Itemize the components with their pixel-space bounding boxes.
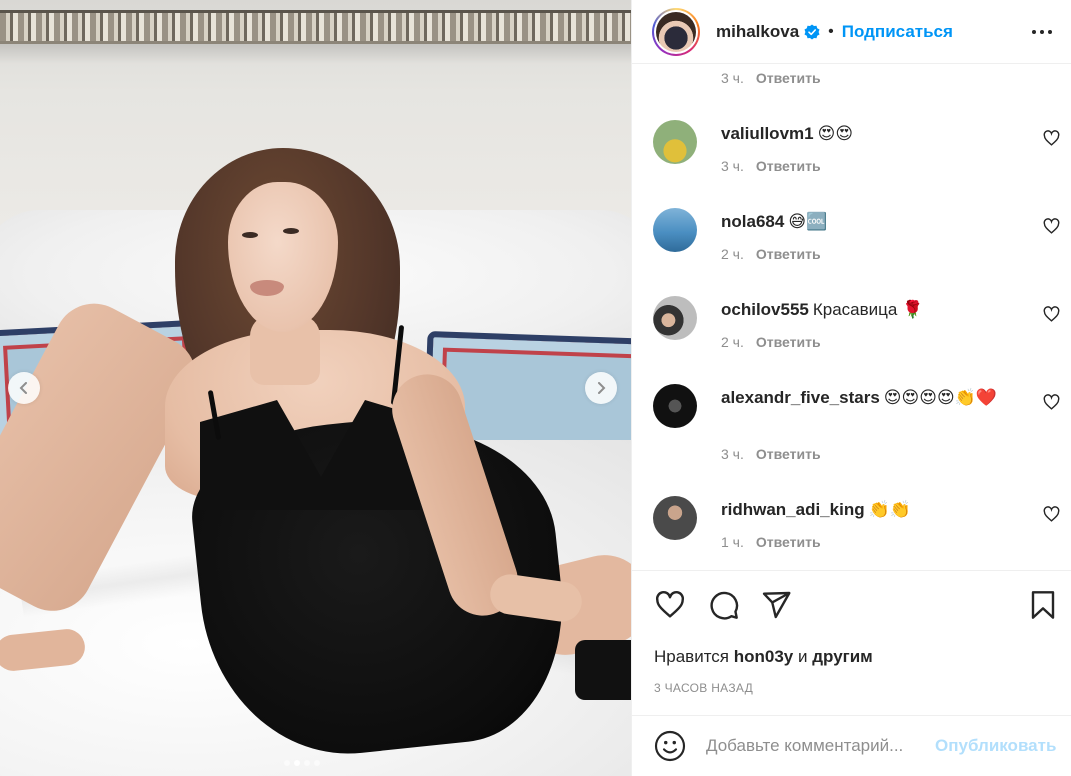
carousel-indicator <box>284 760 320 766</box>
comment-body: 👏👏 <box>868 500 911 519</box>
photo-headboard <box>0 10 631 44</box>
comment-meta: 2 ч. Ответить <box>721 334 821 350</box>
comment-meta: 3 ч. Ответить <box>721 158 821 174</box>
more-dot <box>1032 30 1036 34</box>
commenter-username[interactable]: nola684 <box>721 212 784 231</box>
commenter-username[interactable]: ochilov555 <box>721 300 809 319</box>
heart-icon[interactable] <box>1043 306 1060 323</box>
carousel-dot <box>314 760 320 766</box>
comments-list[interactable]: 3 ч. Ответить valiullovm1 😍😍 3 ч. Ответит… <box>632 64 1071 570</box>
post-actions: Нравится hon03y и другим 3 ЧАСОВ НАЗАД <box>632 570 1071 715</box>
likes-user[interactable]: hon03y <box>734 647 794 666</box>
likes-others[interactable]: другим <box>812 647 873 666</box>
carousel-dot <box>304 760 310 766</box>
comment-body: 😍😍 <box>817 124 854 143</box>
heart-icon[interactable] <box>1043 394 1060 411</box>
comment-meta: 3 ч. Ответить <box>721 446 821 462</box>
post-header: mihalkova • Подписаться <box>632 0 1071 64</box>
comment-time: 3 ч. <box>721 158 744 174</box>
comment-time: 2 ч. <box>721 246 744 262</box>
comment-time: 3 ч. <box>721 446 744 462</box>
commenter-username[interactable]: alexandr_five_stars <box>721 388 880 407</box>
reply-button[interactable]: Ответить <box>756 534 821 550</box>
commenter-avatar[interactable] <box>653 120 697 164</box>
comment-meta: 1 ч. Ответить <box>721 534 821 550</box>
comment-meta: 2 ч. Ответить <box>721 246 821 262</box>
comment-text: alexandr_five_stars 😍😍😍😍👏❤️ <box>721 386 1021 410</box>
like-heart-icon[interactable] <box>654 589 686 621</box>
more-dot <box>1040 30 1044 34</box>
commenter-avatar[interactable] <box>653 384 697 428</box>
carousel-next-button[interactable] <box>585 372 617 404</box>
comment-text: nola684 😅🆒 <box>721 210 1021 234</box>
commenter-avatar[interactable] <box>653 496 697 540</box>
comment-body: 😍😍😍😍👏❤️ <box>883 388 998 407</box>
reply-button[interactable]: Ответить <box>756 158 821 174</box>
photo-eye <box>242 232 258 238</box>
carousel-dot-active <box>294 760 300 766</box>
share-icon[interactable] <box>760 589 792 621</box>
reply-button[interactable]: Ответить <box>756 70 821 86</box>
post-timestamp[interactable]: 3 ЧАСОВ НАЗАД <box>654 681 753 695</box>
carousel-prev-button[interactable] <box>8 372 40 404</box>
reply-button[interactable]: Ответить <box>756 446 821 462</box>
comment-text: ridhwan_adi_king 👏👏 <box>721 498 1021 522</box>
avatar-frame <box>654 9 698 54</box>
commenter-avatar[interactable] <box>653 296 697 340</box>
reply-button[interactable]: Ответить <box>756 334 821 350</box>
comment-time: 3 ч. <box>721 70 744 86</box>
photo-eye <box>283 228 299 234</box>
avatar-image <box>656 11 696 52</box>
more-options-icon[interactable] <box>1028 20 1056 44</box>
likes-prefix: Нравится <box>654 647 730 666</box>
likes-joiner: и <box>798 647 808 666</box>
comment-body: 😅🆒 <box>788 212 828 231</box>
commenter-avatar[interactable] <box>653 208 697 252</box>
heart-icon[interactable] <box>1043 506 1060 523</box>
comment-text: valiullovm1 😍😍 <box>721 122 1021 146</box>
smile-icon[interactable] <box>654 730 686 762</box>
reply-button[interactable]: Ответить <box>756 246 821 262</box>
photo-shadow <box>0 44 631 64</box>
more-dot <box>1048 30 1052 34</box>
chevron-right-icon <box>598 382 606 394</box>
previous-comment-meta: 3 ч. Ответить <box>721 70 821 86</box>
author-avatar[interactable] <box>652 7 700 56</box>
comment-input[interactable] <box>706 736 931 756</box>
add-comment-bar: Опубликовать <box>632 715 1071 776</box>
verified-badge-icon <box>804 24 820 39</box>
follow-button[interactable]: Подписаться <box>842 22 953 42</box>
chevron-left-icon <box>19 382 27 394</box>
post-details-panel: mihalkova • Подписаться 3 ч. Ответить va… <box>631 0 1071 776</box>
comment-time: 1 ч. <box>721 534 744 550</box>
comment-text: ochilov555 Красавица 🌹 <box>721 298 1021 322</box>
header-separator: • <box>828 22 834 40</box>
carousel-dot <box>284 760 290 766</box>
commenter-username[interactable]: valiullovm1 <box>721 124 814 143</box>
photo-boot <box>575 640 631 700</box>
post-photo[interactable] <box>0 0 631 776</box>
author-username[interactable]: mihalkova <box>716 22 799 42</box>
bookmark-icon[interactable] <box>1027 589 1059 621</box>
likes-summary: Нравится hon03y и другим <box>654 647 873 667</box>
publish-button[interactable]: Опубликовать <box>935 736 1056 756</box>
comment-time: 2 ч. <box>721 334 744 350</box>
heart-icon[interactable] <box>1043 130 1060 147</box>
comment-icon[interactable] <box>708 589 740 621</box>
comment-body: Красавица 🌹 <box>812 300 924 319</box>
heart-icon[interactable] <box>1043 218 1060 235</box>
commenter-username[interactable]: ridhwan_adi_king <box>721 500 865 519</box>
